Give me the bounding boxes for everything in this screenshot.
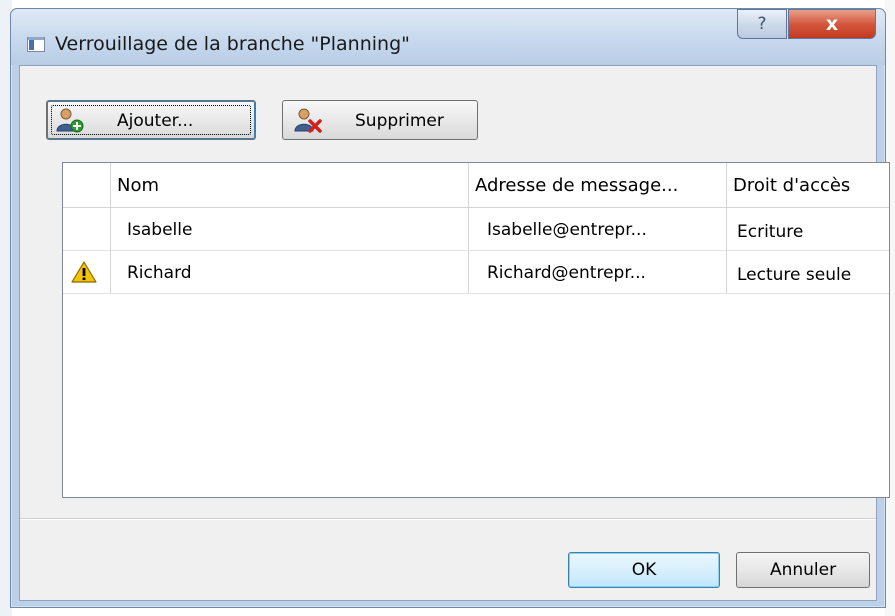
- delete-user-label: Supprimer: [355, 111, 444, 131]
- row-email: Isabelle@entrepr...: [469, 208, 727, 250]
- dialog-body: Ajouter... Supprimer Nom Adresse de mess…: [19, 65, 890, 601]
- table-row[interactable]: Isabelle Isabelle@entrepr... Ecriture: [63, 208, 889, 251]
- row-email: Richard@entrepr...: [469, 251, 727, 293]
- cancel-button[interactable]: Annuler: [736, 552, 870, 588]
- add-user-label: Ajouter...: [117, 111, 194, 131]
- help-icon: ?: [757, 14, 767, 34]
- column-header-status[interactable]: [63, 163, 111, 208]
- dialog-window: Verrouillage de la branche "Planning" ? …: [10, 8, 890, 608]
- warning-icon: [71, 261, 97, 283]
- window-app-icon: [27, 37, 45, 52]
- ok-button[interactable]: OK: [568, 552, 720, 588]
- help-button[interactable]: ?: [737, 9, 787, 39]
- row-status-cell: [63, 208, 111, 250]
- title-bar[interactable]: Verrouillage de la branche "Planning" ? …: [11, 9, 885, 65]
- row-access: Ecriture: [737, 222, 804, 242]
- row-name: Isabelle: [111, 208, 469, 250]
- row-access: Lecture seule: [737, 265, 852, 285]
- user-add-icon: [56, 108, 84, 133]
- column-header-name[interactable]: Nom: [111, 163, 469, 208]
- add-user-button[interactable]: Ajouter...: [46, 100, 256, 140]
- close-icon: x: [825, 13, 839, 35]
- window-title: Verrouillage de la branche "Planning": [55, 33, 410, 55]
- table-header: Nom Adresse de message... Droit d'accès: [63, 163, 889, 208]
- column-header-access[interactable]: Droit d'accès: [727, 163, 889, 208]
- delete-user-button[interactable]: Supprimer: [282, 100, 478, 140]
- users-table[interactable]: Nom Adresse de message... Droit d'accès …: [62, 162, 890, 498]
- user-remove-icon: [294, 108, 322, 133]
- footer-separator: [20, 518, 876, 520]
- close-button[interactable]: x: [788, 9, 876, 39]
- row-name: Richard: [111, 251, 469, 293]
- column-header-email[interactable]: Adresse de message...: [469, 163, 727, 208]
- table-row[interactable]: Richard Richard@entrepr... Lecture seule: [63, 251, 889, 294]
- row-status-cell: [63, 251, 111, 293]
